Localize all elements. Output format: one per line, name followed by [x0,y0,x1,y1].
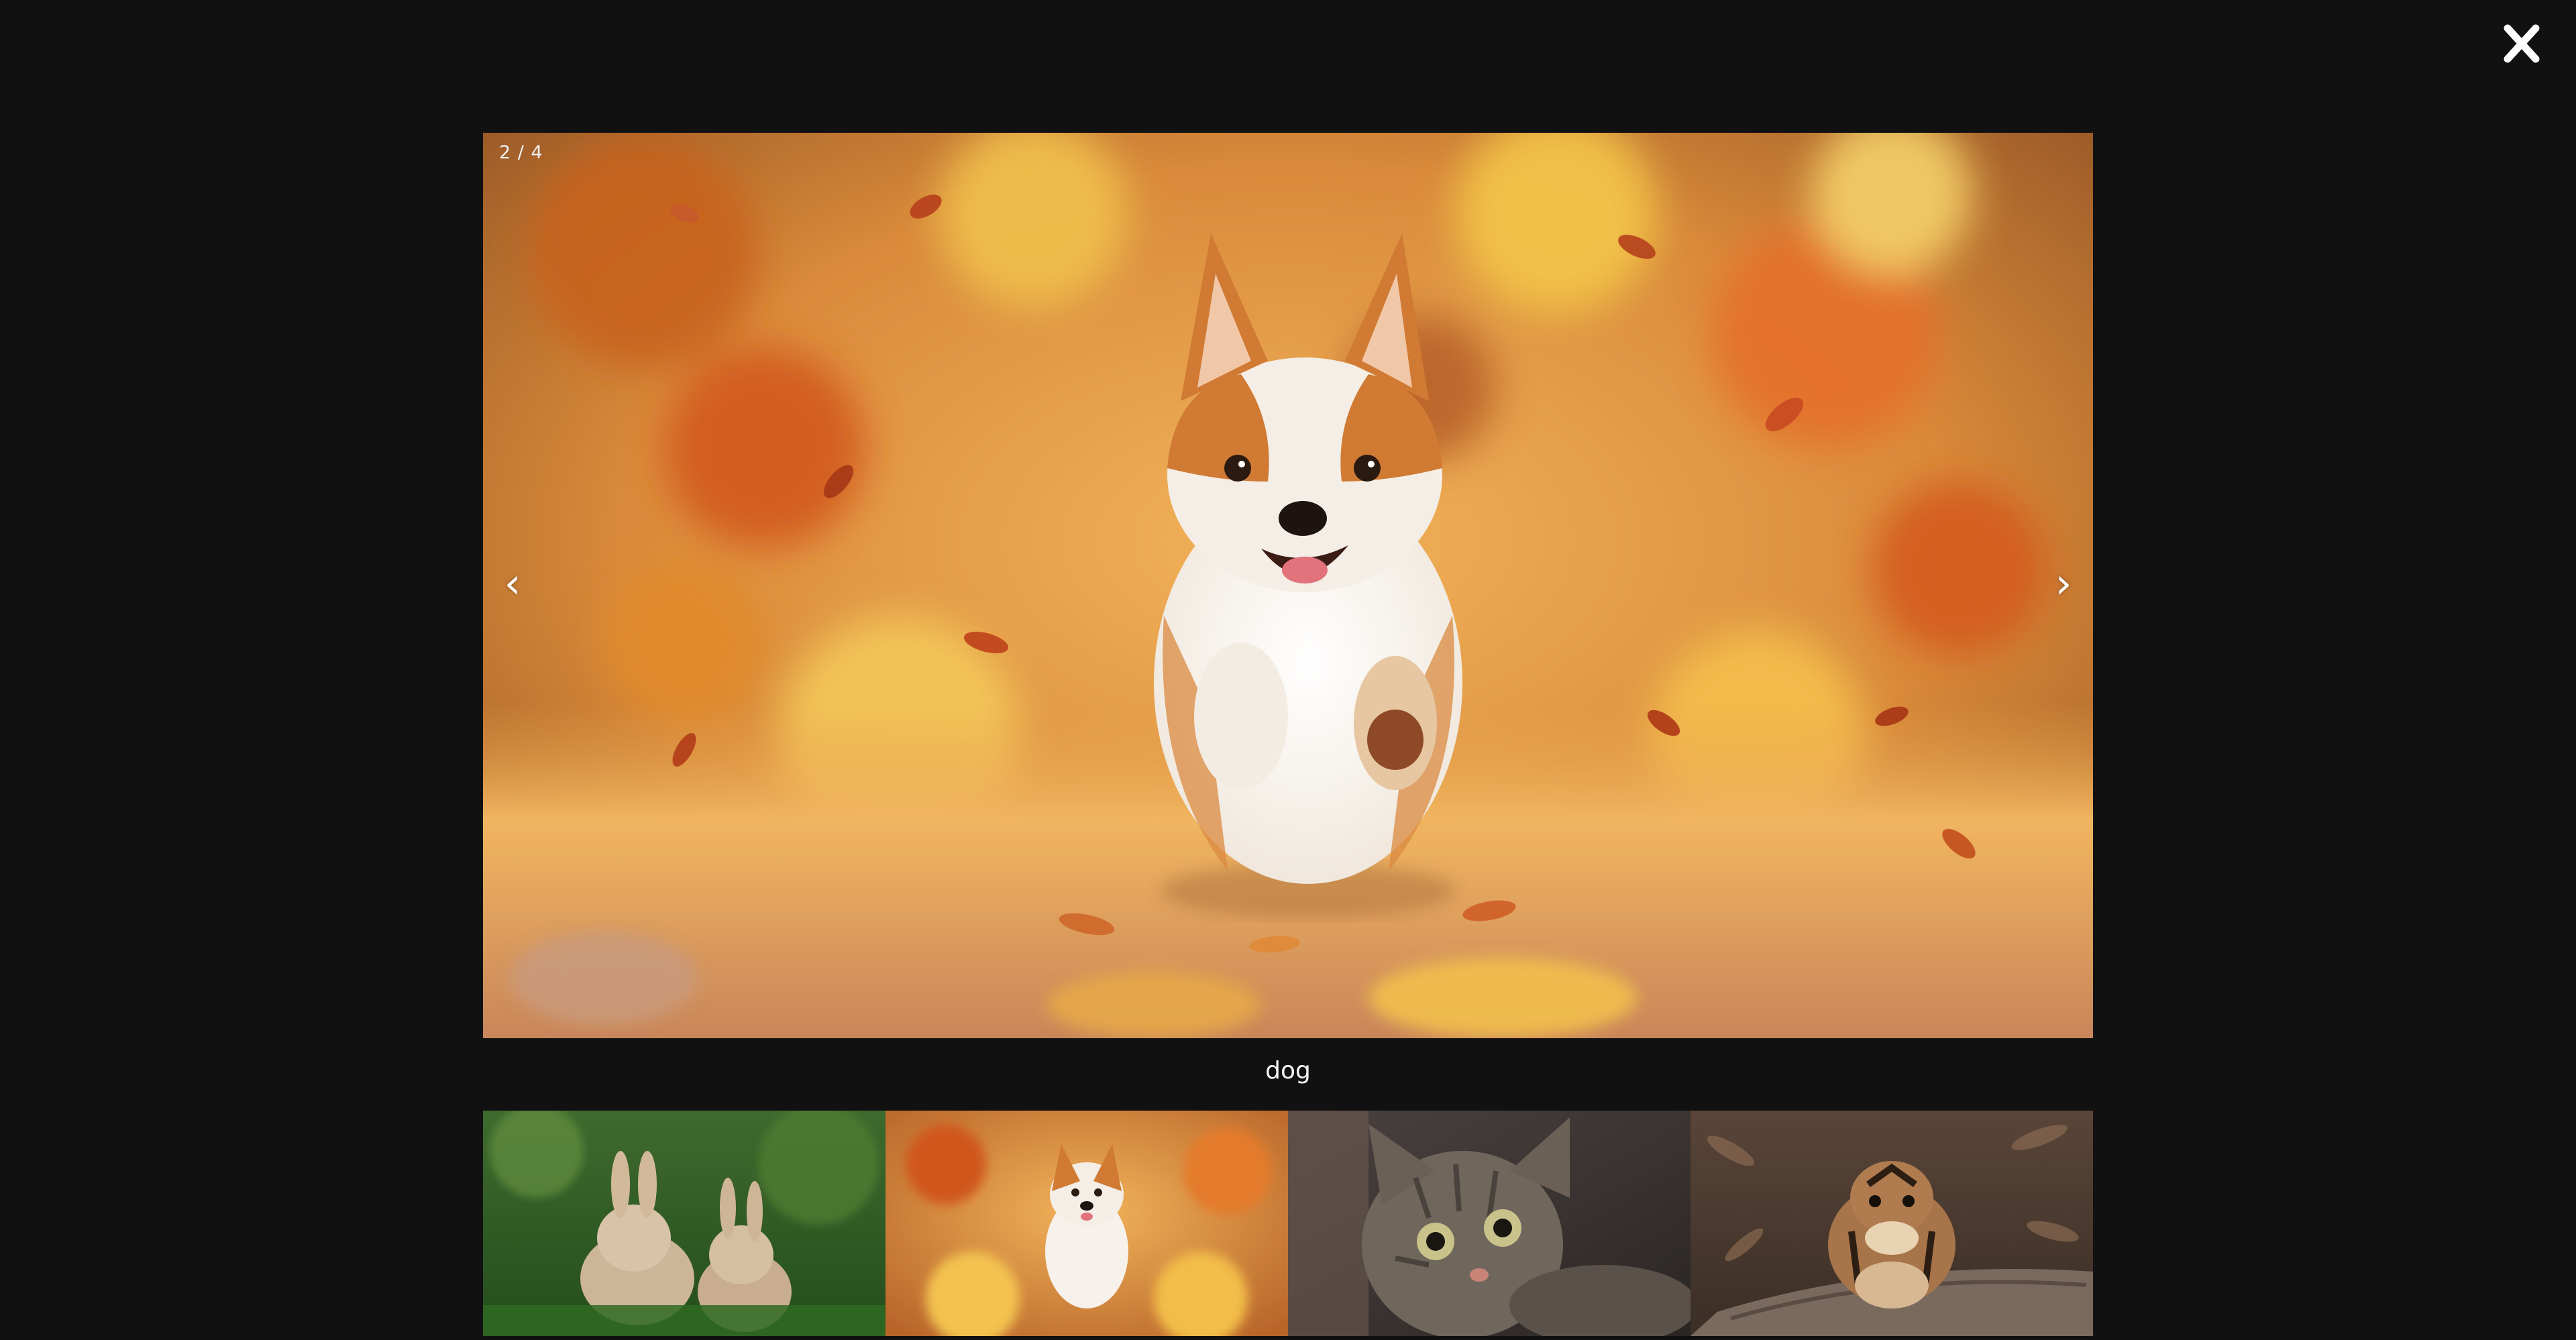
thumbnail-strip [483,1111,2093,1336]
thumbnail-chipmunk[interactable] [1690,1111,2093,1336]
dog-photo [483,133,2093,1038]
chipmunk-thumbnail-image [1690,1111,2093,1336]
close-icon [2504,24,2540,63]
next-image-button[interactable]: › [2043,557,2084,610]
rabbits-thumbnail-image [483,1111,885,1336]
thumbnail-rabbits[interactable] [483,1111,885,1336]
image-caption: dog [1265,1057,1311,1084]
cat-thumbnail-image [1288,1111,1690,1336]
thumbnail-cat[interactable] [1288,1111,1690,1336]
thumbnail-dog[interactable] [885,1111,1288,1336]
close-button[interactable] [2498,23,2545,64]
dog-thumbnail-image [885,1111,1288,1336]
previous-image-button[interactable]: ‹ [492,557,533,610]
main-image-viewer: 2 / 4 ‹ › [483,133,2093,1038]
image-counter: 2 / 4 [499,142,543,163]
